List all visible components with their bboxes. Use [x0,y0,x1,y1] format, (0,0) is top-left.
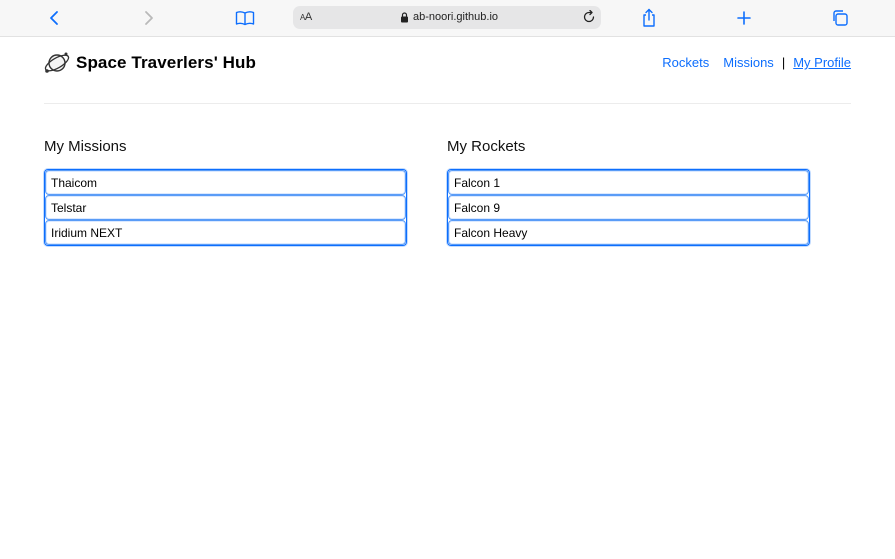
reload-icon[interactable] [582,10,596,24]
section-heading: My Missions [44,138,127,155]
tabs-overview-button[interactable] [827,6,853,30]
new-tab-button[interactable] [731,6,757,30]
bookmarks-button[interactable] [232,6,258,30]
browser-toolbar: AA ab-noori.github.io [0,0,895,37]
chevron-left-icon [50,11,58,25]
list-item: Falcon Heavy [448,220,809,245]
planet-logo-icon [44,52,70,73]
nav-link-missions[interactable]: Missions [723,55,774,70]
list-item: Falcon 1 [448,170,809,195]
nav-separator: | [781,55,786,70]
list-item: Iridium NEXT [45,220,406,245]
text-size-button[interactable]: AA [300,11,312,23]
lock-icon [401,12,408,23]
brand[interactable]: Space Traverlers' Hub [43,49,256,77]
url-text: ab-noori.github.io [413,11,499,23]
tabs-icon [833,10,848,26]
chevron-right-icon [145,11,153,25]
header-divider [44,103,851,104]
share-button[interactable] [636,6,662,30]
list-item: Telstar [45,195,406,220]
back-button[interactable] [41,6,67,30]
my-missions-section: My Missions Thaicom Telstar Iridium NEXT [44,138,407,246]
nav-link-my-profile[interactable]: My Profile [793,55,851,70]
brand-title: Space Traverlers' Hub [76,53,257,72]
text-size-large-label: A [304,11,312,23]
my-rockets-section: My Rockets Falcon 1 Falcon 9 Falcon Heav… [447,138,810,246]
book-icon [235,11,255,26]
address-bar[interactable]: AA ab-noori.github.io [293,6,601,29]
list-item: Thaicom [45,170,406,195]
plus-icon [737,11,751,25]
main-nav: Rockets Missions | My Profile [662,55,851,70]
share-icon [643,8,655,27]
nav-link-rockets[interactable]: Rockets [662,55,709,70]
missions-list: Thaicom Telstar Iridium NEXT [44,169,407,246]
rockets-list: Falcon 1 Falcon 9 Falcon Heavy [447,169,810,246]
list-item: Falcon 9 [448,195,809,220]
forward-button[interactable] [136,6,162,30]
section-heading: My Rockets [447,138,526,155]
